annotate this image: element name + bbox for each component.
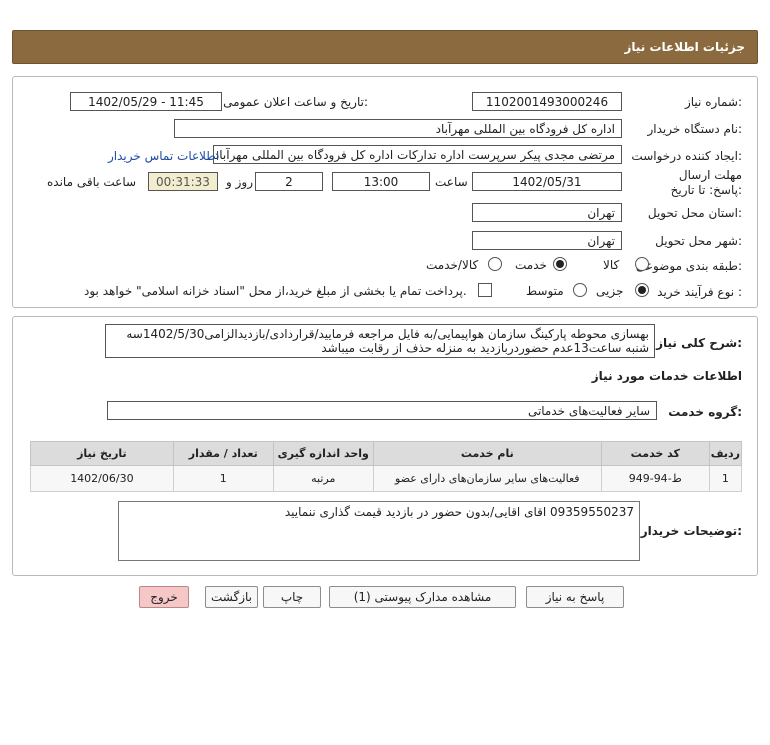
category-label: طبقه بندی موضوعی: xyxy=(635,259,742,273)
page-header: جزئیات اطلاعات نیاز xyxy=(12,30,758,64)
cell-service-code: ط-94-949 xyxy=(600,465,710,492)
deadline-date-field: 1402/05/31 xyxy=(472,172,622,191)
col-service-name: نام خدمت xyxy=(372,441,602,466)
cell-row-number: 1 xyxy=(708,465,743,492)
exit-button[interactable]: خروج xyxy=(139,586,189,608)
cell-need-date: 1402/06/30 xyxy=(30,465,174,492)
process-radio-medium[interactable] xyxy=(573,283,587,297)
page-title: جزئیات اطلاعات نیاز xyxy=(624,40,745,54)
buyer-notes-text: 09359550237 اقای اقایی/بدون حضور در بازد… xyxy=(284,505,634,519)
description-label: شرح کلی نیاز: xyxy=(656,336,742,350)
deadline-label-text: مهلت ارسال پاسخ: تا تاریخ: xyxy=(670,168,742,197)
remaining-time-field: 00:31:33 xyxy=(148,172,218,191)
col-row-number: ردیف xyxy=(708,441,743,466)
description-box: بهسازی محوطه پارکینگ سازمان هواپیمایی/به… xyxy=(105,324,655,358)
cell-quantity: 1 xyxy=(172,465,274,492)
process-label: نوع فرآیند خرید : xyxy=(657,285,742,299)
treasury-checkbox[interactable] xyxy=(478,283,492,297)
cell-unit: مرتبه xyxy=(272,465,374,492)
announce-label: تاریخ و ساعت اعلان عمومی: xyxy=(223,95,368,109)
service-group-field: سایر فعالیت‌های خدماتی xyxy=(107,401,657,420)
days-label: روز و xyxy=(226,175,253,189)
city-field: تهران xyxy=(472,231,622,250)
deadline-time-label: ساعت xyxy=(435,175,468,189)
col-need-date: تاریخ نیاز xyxy=(30,441,174,466)
creator-label: ایجاد کننده درخواست: xyxy=(631,149,742,163)
province-field: تهران xyxy=(472,203,622,222)
reply-button[interactable]: پاسخ به نیاز xyxy=(526,586,624,608)
process-option-medium: متوسط xyxy=(526,284,564,298)
need-number-label: شماره نیاز: xyxy=(684,95,742,109)
col-quantity: تعداد / مقدار xyxy=(172,441,274,466)
description-text: بهسازی محوطه پارکینگ سازمان هواپیمایی/به… xyxy=(126,327,649,355)
category-radio-goods-service[interactable] xyxy=(488,257,502,271)
services-table: ردیف کد خدمت نام خدمت واحد اندازه گیری ت… xyxy=(30,441,743,492)
deadline-label: مهلت ارسال پاسخ: تا تاریخ: xyxy=(654,168,742,198)
buyer-notes-box: 09359550237 اقای اقایی/بدون حضور در بازد… xyxy=(118,501,640,561)
process-radio-minor[interactable] xyxy=(635,283,649,297)
buyer-org-label: نام دستگاه خریدار: xyxy=(647,122,743,136)
back-button[interactable]: بازگشت xyxy=(205,586,258,608)
cell-service-name: فعالیت‌های سایر سازمان‌های دارای عضو xyxy=(372,465,602,492)
col-service-code: کد خدمت xyxy=(600,441,710,466)
days-field: 2 xyxy=(255,172,323,191)
service-group-label: گروه خدمت: xyxy=(668,405,742,419)
announce-field: 1402/05/29 - 11:45 xyxy=(70,92,222,111)
services-section-title: اطلاعات خدمات مورد نیاز xyxy=(591,369,742,383)
col-unit: واحد اندازه گیری xyxy=(272,441,374,466)
deadline-time-field: 13:00 xyxy=(332,172,430,191)
category-option-service: خدمت xyxy=(515,258,547,272)
attachments-button[interactable]: مشاهده مدارک پیوستی (1) xyxy=(329,586,516,608)
buyer-org-field: اداره کل فرودگاه بین المللی مهرآباد xyxy=(174,119,622,138)
creator-field: مرتضی مجدی پیکر سرپرست اداره تدارکات ادا… xyxy=(213,145,622,164)
table-header-row: ردیف کد خدمت نام خدمت واحد اندازه گیری ت… xyxy=(30,441,743,466)
province-label: استان محل تحویل: xyxy=(647,206,742,220)
print-button[interactable]: چاپ xyxy=(263,586,321,608)
category-option-goods: کالا xyxy=(603,258,620,272)
process-option-minor: جزیی xyxy=(596,284,624,298)
category-option-goods-service: کالا/خدمت xyxy=(426,258,479,272)
category-radio-service[interactable] xyxy=(553,257,567,271)
category-radio-goods[interactable] xyxy=(635,257,649,271)
need-number-field: 1102001493000246 xyxy=(472,92,622,111)
buyer-notes-label: توضیحات خریدار: xyxy=(640,524,742,538)
table-row: 1 ط-94-949 فعالیت‌های سایر سازمان‌های دا… xyxy=(30,465,743,492)
treasury-text: پرداخت تمام یا بخشی از مبلغ خرید،از محل … xyxy=(84,284,467,298)
remaining-label: ساعت باقی مانده xyxy=(47,175,137,189)
city-label: شهر محل تحویل: xyxy=(655,234,742,248)
buyer-contact-link[interactable]: اطلاعات تماس خریدار xyxy=(108,149,219,163)
